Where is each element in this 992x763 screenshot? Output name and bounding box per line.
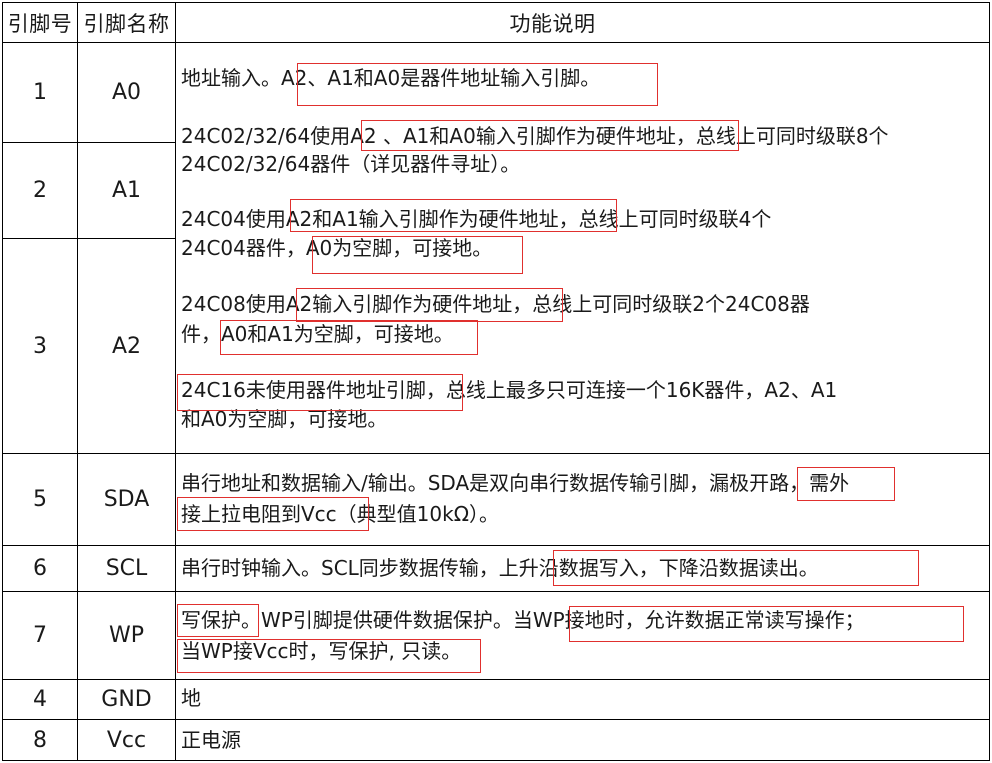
description-line: 地址输入。A2、A1和A0是器件地址输入引脚。 xyxy=(181,66,601,90)
table-border-bottom xyxy=(2,760,990,761)
description-line: 和A0为空脚，可接地。 xyxy=(181,407,388,431)
pin-name: GND xyxy=(101,687,152,712)
pin-number: 5 xyxy=(33,487,47,512)
pin-name: WP xyxy=(108,623,145,648)
description-line: 串行时钟输入。SCL同步数据传输，上升沿数据写入，下降沿数据读出。 xyxy=(181,556,819,580)
pin-number: 3 xyxy=(33,333,47,359)
header-pin-no: 引脚号 xyxy=(7,11,73,36)
description-line: 串行地址和数据输入/输出。SDA是双向串行数据传输引脚，漏极开路，需外 xyxy=(181,471,850,495)
table-border-right xyxy=(989,2,990,761)
pin-number: 7 xyxy=(33,623,47,648)
column-divider xyxy=(175,2,176,761)
pin-number: 8 xyxy=(33,727,47,753)
description-line: 24C16未使用器件地址引脚，总线上最多只可连接一个16K器件，A2、A1 xyxy=(181,378,838,402)
pin-number: 1 xyxy=(33,80,47,105)
description-line: 接上拉电阻到Vcc（典型值10kΩ）。 xyxy=(181,502,499,526)
header-function: 功能说明 xyxy=(509,11,596,36)
description-line: 当WP接Vcc时，写保护, 只读。 xyxy=(181,639,462,663)
pin-number: 6 xyxy=(33,556,47,581)
pin-name: SDA xyxy=(103,487,150,512)
pin-number: 2 xyxy=(33,178,47,203)
description-line: 24C04使用A2和A1输入引脚作为硬件地址，总线上可同时级联4个 xyxy=(181,207,772,231)
description-line: 正电源 xyxy=(181,728,241,752)
pin-number: 4 xyxy=(33,687,47,712)
description-line: 24C08使用A2输入引脚作为硬件地址，总线上可同时级联2个24C08器 xyxy=(181,292,810,316)
pin-name: A1 xyxy=(111,178,142,203)
description-line: 24C02/32/64使用A2 、A1和A0输入引脚作为硬件地址，总线上可同时级… xyxy=(181,124,889,148)
pin-name: Vcc xyxy=(106,727,147,753)
pin-name: SCL xyxy=(105,556,148,581)
description-line: 地 xyxy=(181,686,201,710)
pin-name: A2 xyxy=(111,333,142,359)
description-line: 件，A0和A1为空脚，可接地。 xyxy=(181,322,454,346)
description-line: 24C04器件，A0为空脚，可接地。 xyxy=(181,236,493,260)
description-line: 24C02/32/64器件（详见器件寻址）。 xyxy=(181,152,521,176)
description-line: 写保护。WP引脚提供硬件数据保护。当WP接地时，允许数据正常读写操作； xyxy=(181,608,865,632)
pin-name: A0 xyxy=(111,80,142,105)
pin-table: 引脚号 引脚名称 功能说明 1 A0 2 A1 3 A2 5 SDA 6 SCL… xyxy=(0,0,992,763)
header-pin-name: 引脚名称 xyxy=(83,11,170,36)
